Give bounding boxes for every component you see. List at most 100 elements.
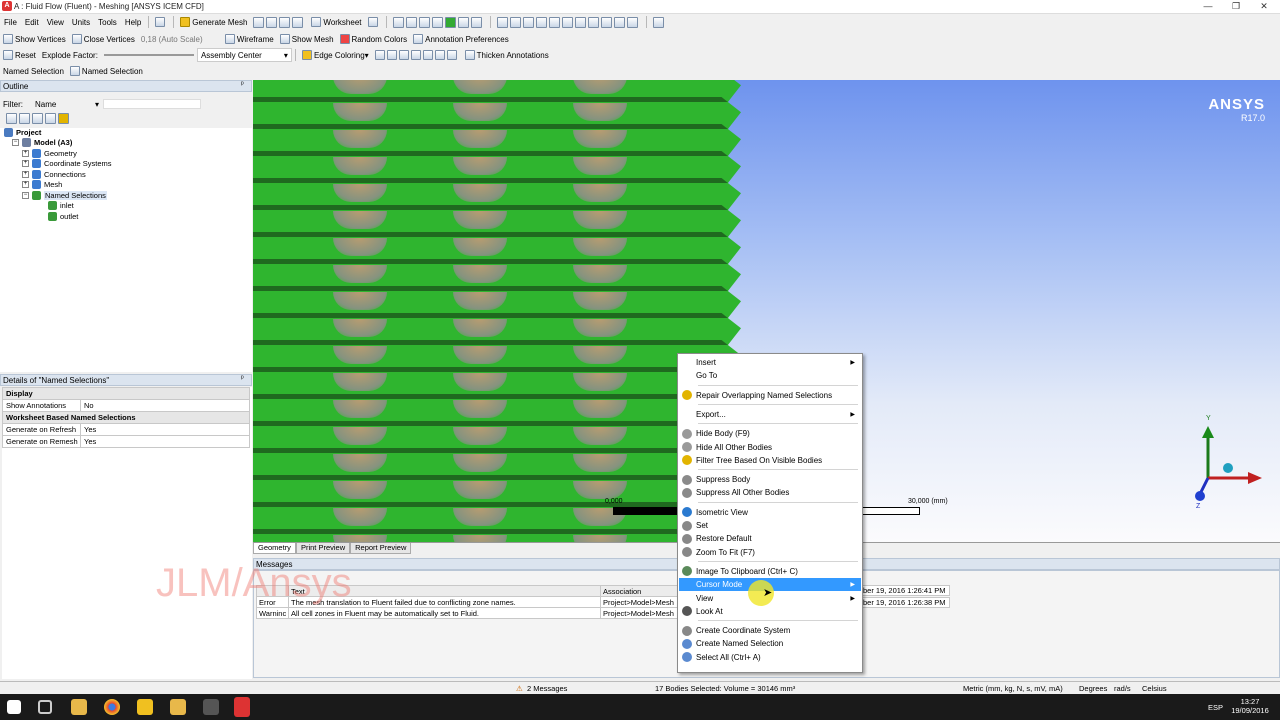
tree-mesh[interactable]: + Mesh [22,180,62,189]
menu-item-hide-body-f9[interactable]: Hide Body (F9) [679,427,861,440]
details-pin-icon[interactable]: ᵖ [241,375,244,382]
show-vertices-button[interactable]: Show Vertices [0,32,69,46]
thicken-icon [464,50,475,60]
filter-input[interactable] [103,99,201,109]
tree-model[interactable]: − Model (A3) [12,138,72,147]
worksheet-button[interactable]: Worksheet [308,15,364,29]
tab-geometry[interactable]: Geometry [253,543,296,554]
menu-separator [698,384,858,386]
app-icon[interactable] [203,699,219,715]
close-button[interactable]: ✕ [1250,0,1278,14]
language-indicator[interactable]: ESP [1208,703,1223,712]
menu-tools[interactable]: Tools [94,18,121,27]
tree-geometry[interactable]: + Geometry [22,149,77,158]
details-row[interactable]: Show Annotations No [2,399,250,412]
menu-item-repair-overlapping-named-selections[interactable]: Repair Overlapping Named Selections [679,389,861,402]
menu-file[interactable]: File [0,18,21,27]
menu-view[interactable]: View [43,18,68,27]
menu-item-export[interactable]: Export... ▶ [679,408,861,421]
tree-project[interactable]: Project [4,128,41,137]
details-row[interactable]: Generate on Refresh Yes [2,423,250,436]
named-selection-button[interactable]: Named Selection [67,64,146,78]
menu-edit[interactable]: Edit [21,18,43,27]
expand-icon[interactable] [6,113,17,124]
random-colors-button[interactable]: Random Colors [337,32,411,46]
tree-inlet[interactable]: inlet [48,201,74,210]
status-rads: rad/s [1114,684,1131,693]
tree-icon[interactable] [32,113,43,124]
fin-hole [453,238,507,256]
menu-item-filter-tree-based-on-visible-bodies[interactable]: Filter Tree Based On Visible Bodies [679,454,861,467]
clock[interactable]: 13:27 19/09/2016 [1230,697,1270,715]
fin-hole [573,427,627,445]
menu-item-create-named-selection[interactable]: Create Named Selection [679,637,861,650]
ansys-app-icon[interactable] [137,699,153,715]
minimize-button[interactable]: — [1194,0,1222,14]
details-row[interactable]: Generate on Remesh Yes [2,435,250,448]
tab-report-preview[interactable]: Report Preview [350,543,412,554]
scale-field[interactable]: 0,18 (Auto Scale) [138,32,222,46]
chrome-icon[interactable] [104,699,120,715]
mouse-cursor-icon: ➤ [763,587,773,599]
folder-icon[interactable] [170,699,186,715]
edge-display-icons[interactable] [372,48,462,62]
mesh-icon [279,34,290,44]
details-row: Display [2,387,250,400]
close-vertices-button[interactable]: Close Vertices [69,32,138,46]
menu-item-restore-default[interactable]: Restore Default [679,532,861,545]
tree-outlet[interactable]: outlet [48,212,78,221]
plus-icon[interactable] [45,113,56,124]
fin-hole [453,508,507,526]
menu-item-isometric-view[interactable]: Isometric View [679,506,861,519]
reset-button[interactable]: Reset [0,48,39,62]
pin-icon[interactable]: ᵖ [241,81,244,88]
menu-item-look-at[interactable]: Look At [679,605,861,618]
collapse-icon[interactable] [19,113,30,124]
wireframe-icon [224,34,235,44]
menu-item-go-to[interactable]: Go To [679,369,861,382]
edge-coloring-button[interactable]: Edge Coloring ▾ [299,48,372,62]
menu-item-create-coordinate-system[interactable]: Create Coordinate System [679,624,861,637]
meshing-app-icon[interactable] [234,697,250,717]
menu-help[interactable]: Help [121,18,145,27]
show-mesh-button[interactable]: Show Mesh [277,32,337,46]
toolbar-icon-1[interactable] [250,15,308,29]
tree-named-selections[interactable]: − Named Selections [22,191,107,200]
fin-hole [573,238,627,256]
assembly-center-select[interactable]: Assembly Center ▾ [196,48,292,62]
maximize-button[interactable]: ❐ [1222,0,1250,14]
menu-item-image-to-clipboard-ctrl-c[interactable]: Image To Clipboard (Ctrl+ C) [679,565,861,578]
menu-item-zoom-to-fit-f7[interactable]: Zoom To Fit (F7) [679,546,861,559]
menu-item-insert[interactable]: Insert ▶ [679,356,861,369]
annotation-preferences-button[interactable]: Annotation Preferences [410,32,512,46]
cursor-icon[interactable] [365,15,383,29]
layout-icon[interactable] [650,15,669,29]
wireframe-button[interactable]: Wireframe [222,32,277,46]
menu-item-select-all-ctrl-a[interactable]: Select All (Ctrl+ A) [679,651,861,664]
menu-units[interactable]: Units [68,18,94,27]
folder-icon[interactable] [58,113,69,124]
menu-item-suppress-body[interactable]: Suppress Body [679,473,861,486]
selection-filter-icons[interactable] [390,15,487,29]
thicken-annotations-button[interactable]: Thicken Annotations [462,48,552,62]
task-view-icon[interactable] [38,700,52,714]
generate-mesh-button[interactable]: Generate Mesh [177,15,250,29]
selection-icon[interactable] [152,15,170,29]
status-units: Metric (mm, kg, N, s, mV, mA) [963,684,1063,693]
tab-print-preview[interactable]: Print Preview [295,543,351,554]
file-explorer-icon[interactable] [71,699,87,715]
view-control-icons[interactable] [494,15,643,29]
menu-item-set[interactable]: Set [679,519,861,532]
menu-item-suppress-all-other-bodies[interactable]: Suppress All Other Bodies [679,486,861,499]
windows-start-icon[interactable] [7,700,21,714]
table-row[interactable]: Warninc All cell zones in Fluent may be a… [256,607,683,619]
tree-coordinate-systems[interactable]: + Coordinate Systems [22,159,112,168]
menu-item-hide-all-other-bodies[interactable]: Hide All Other Bodies [679,441,861,454]
fin-hole [573,400,627,418]
fin-hole [333,103,387,121]
filter-select[interactable]: Name ▾ [35,100,99,109]
status-messages[interactable]: 2 Messages [527,684,567,693]
explode-slider[interactable] [101,48,197,62]
named-selection-dropdown[interactable]: Named Selection [0,64,67,78]
tree-connections[interactable]: + Connections [22,170,86,179]
